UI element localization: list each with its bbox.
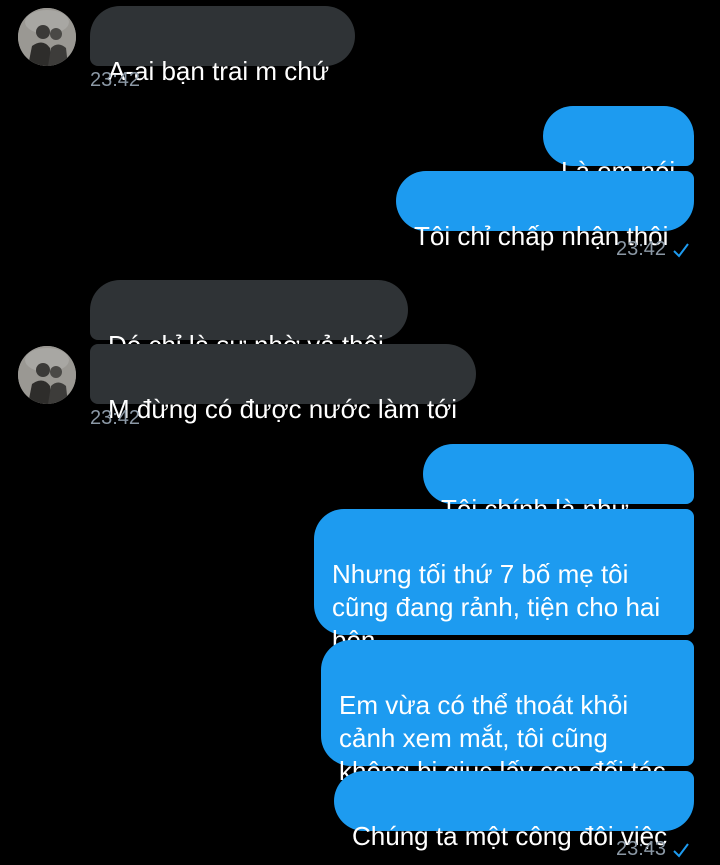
avatar-image <box>18 8 76 66</box>
message-bubble-outgoing[interactable]: Nhưng tối thứ 7 bố mẹ tôi cũng đang rảnh… <box>314 509 694 655</box>
message-timestamp: 23:42 <box>616 237 690 261</box>
message-bubble-incoming[interactable]: Đó chỉ là sự nhờ vả thôi <box>90 280 408 360</box>
timestamp-text: 23:43 <box>616 838 667 860</box>
message-text: M đừng có được nước làm tới <box>108 394 458 424</box>
check-icon <box>673 243 689 258</box>
message-bubble-outgoing[interactable]: Tôi chỉ chấp nhận thôi <box>396 171 694 251</box>
message-bubble-incoming[interactable]: A-ai bạn trai m chứ <box>90 6 355 86</box>
message-bubble-outgoing[interactable]: Tôi chính là như vậy <box>423 444 694 557</box>
message-text: A-ai bạn trai m chứ <box>108 56 330 86</box>
avatar[interactable] <box>18 346 76 404</box>
message-timestamp: 23:42 <box>90 407 141 429</box>
message-timestamp: 23:43 <box>616 837 690 861</box>
check-icon <box>673 843 689 858</box>
message-bubble-outgoing[interactable]: Chúng ta một công đôi việc <box>334 771 694 851</box>
avatar-image <box>18 346 76 404</box>
message-timestamp: 23:42 <box>90 69 141 91</box>
message-bubble-incoming[interactable]: M đừng có được nước làm tới <box>90 344 476 424</box>
timestamp-text: 23:42 <box>616 238 667 260</box>
chat-thread: A-ai bạn trai m chứ 23:42 Là em nói Tôi … <box>0 0 720 865</box>
avatar[interactable] <box>18 8 76 66</box>
message-bubble-outgoing[interactable]: Là em nói <box>543 106 694 186</box>
message-bubble-outgoing[interactable]: Em vừa có thể thoát khỏi cảnh xem mắt, t… <box>321 640 694 786</box>
